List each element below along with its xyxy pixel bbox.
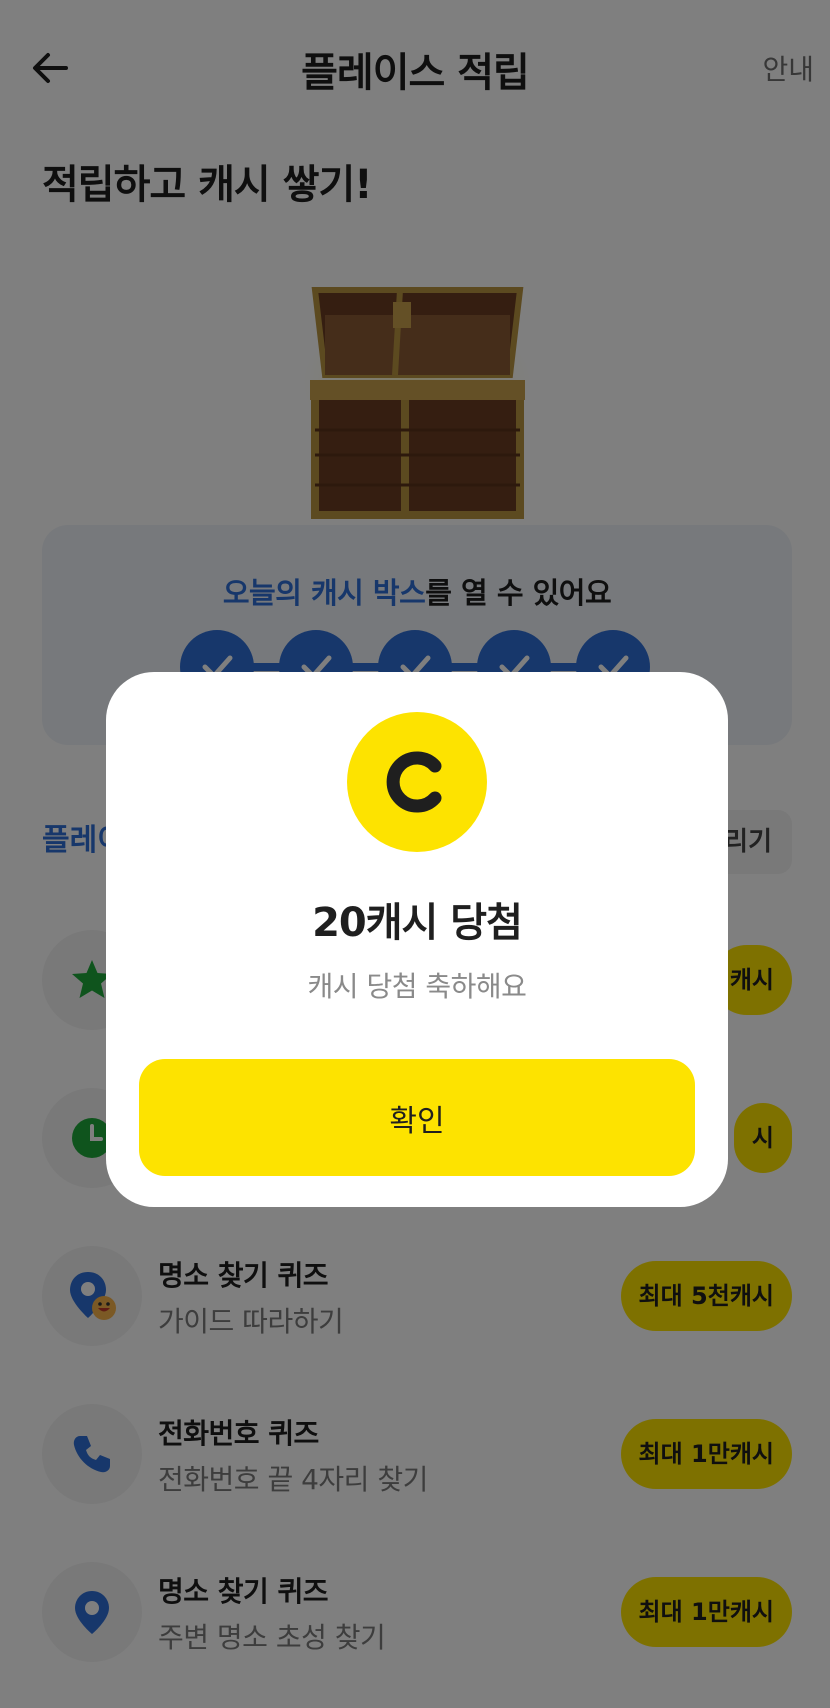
cash-coin-icon: [347, 712, 487, 852]
confirm-button[interactable]: 확인: [139, 1059, 695, 1176]
modal-title: 20캐시 당첨: [312, 900, 523, 946]
reward-modal: 20캐시 당첨 캐시 당첨 축하해요 확인: [106, 672, 728, 1207]
modal-subtitle: 캐시 당첨 축하해요: [307, 970, 527, 1003]
coin-letter-c: [386, 751, 442, 813]
